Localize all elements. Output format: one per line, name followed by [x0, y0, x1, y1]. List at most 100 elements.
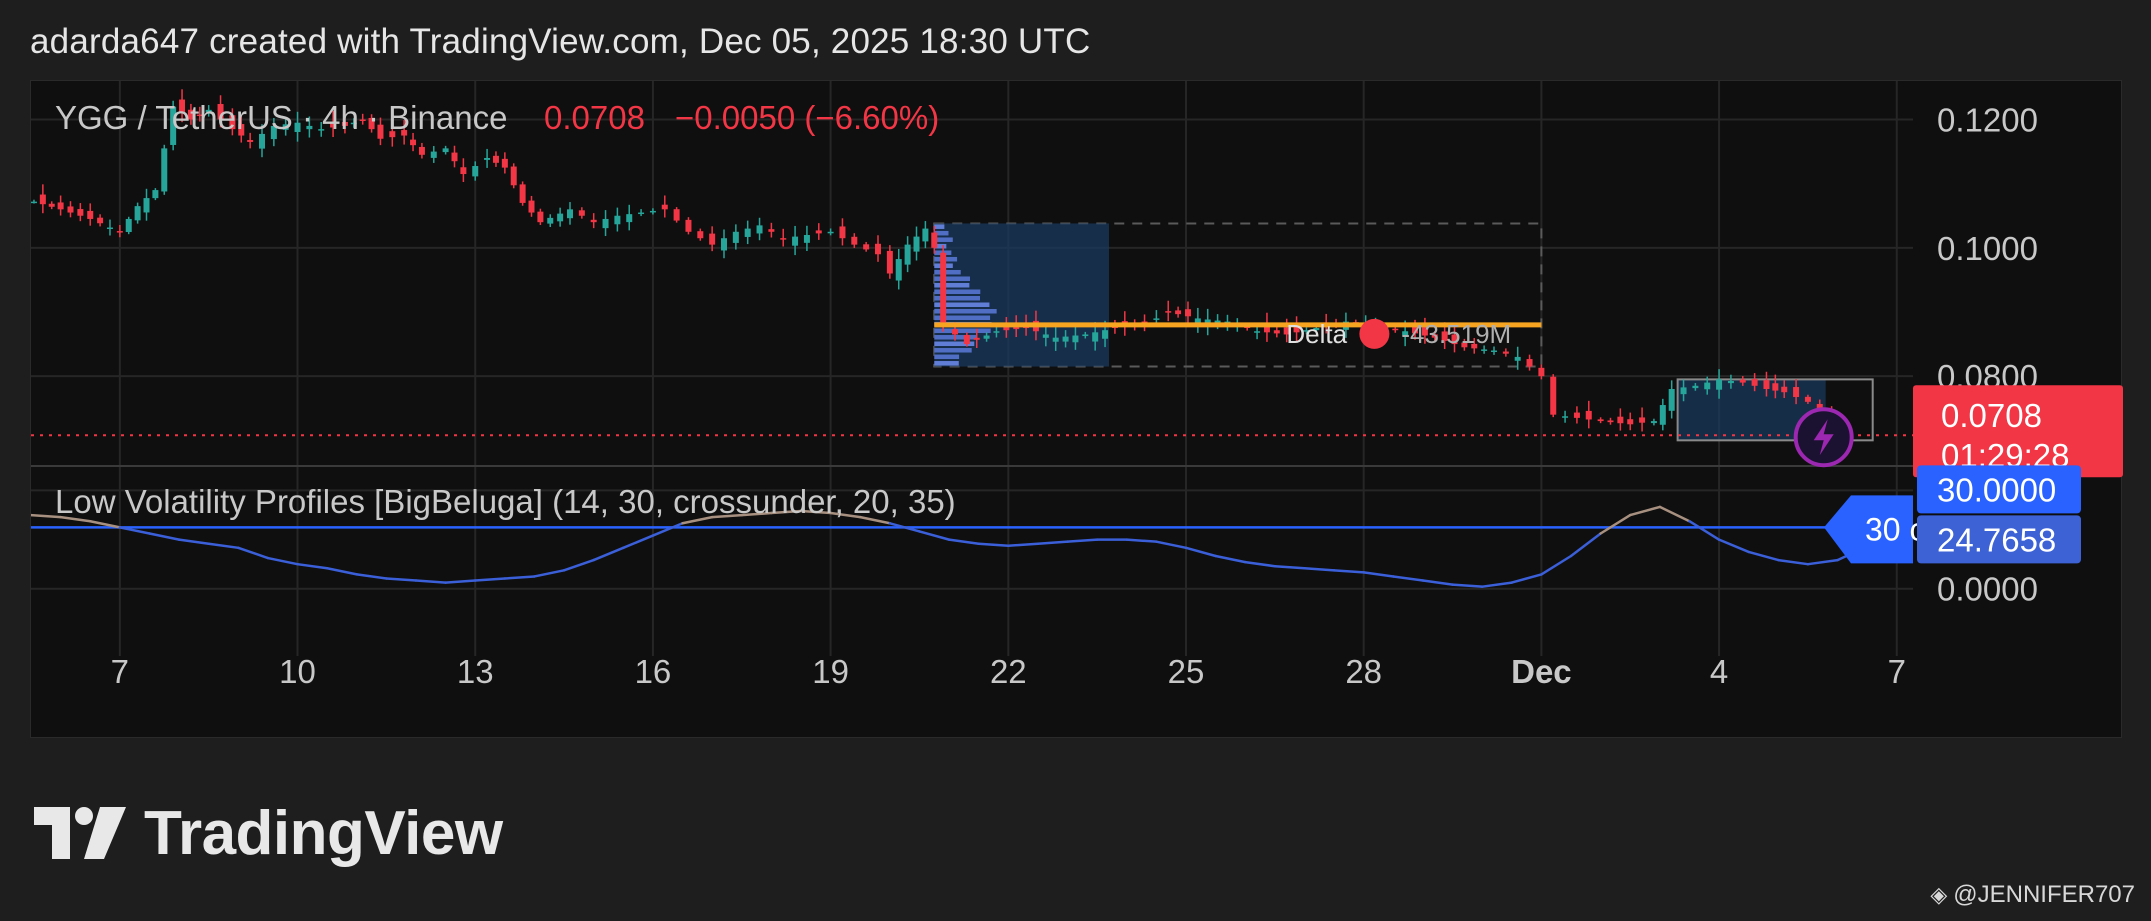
indicator-segment — [1155, 540, 1188, 550]
candle-body — [1538, 367, 1545, 377]
indicator-segment — [296, 562, 329, 570]
indicator-segment — [1777, 558, 1810, 566]
candle-body — [106, 227, 113, 230]
candle-body — [1617, 416, 1624, 424]
candle-body — [1639, 417, 1646, 423]
candle-body — [792, 236, 799, 246]
candle-body — [152, 190, 159, 199]
volume-profile-bin — [934, 224, 945, 229]
candle-body — [1184, 309, 1191, 317]
delta-dot-icon — [1359, 318, 1390, 349]
tradingview-logo-text: TradingView — [144, 798, 503, 868]
candle-body — [501, 158, 508, 168]
indicator-segment — [1007, 542, 1040, 548]
candle-body — [1502, 351, 1509, 354]
candle-body — [472, 166, 479, 177]
candle-body — [77, 209, 84, 216]
tradingview-logo[interactable]: TradingView — [34, 798, 503, 868]
delta-label: Delta — [1286, 319, 1347, 349]
candle-body — [1607, 420, 1614, 423]
candle-body — [1092, 332, 1099, 342]
candle-body — [922, 228, 929, 242]
candle-body — [1727, 380, 1734, 384]
watermark-handle: @JENNIFER707 — [1953, 881, 2135, 908]
candle-body — [1804, 396, 1811, 402]
time-axis-tick: 10 — [279, 653, 316, 690]
candle-body — [638, 212, 645, 215]
indicator-segment — [947, 538, 980, 545]
candle-body — [259, 133, 265, 149]
indicator-segment — [1214, 554, 1247, 564]
candle-body — [557, 213, 564, 222]
chart-panel[interactable]: 30 c 0.1200 0.1000 0.0800 0.0708 01:29:28 30.… — [29, 80, 2123, 739]
candle-body — [1739, 379, 1746, 383]
candle-body — [768, 229, 775, 232]
candle-body — [1273, 330, 1280, 334]
indicator-segment — [1540, 554, 1573, 576]
candle-body — [983, 335, 990, 339]
indicator-segment — [562, 558, 595, 572]
candle-body — [827, 231, 834, 234]
indicator-segment — [1421, 579, 1454, 586]
indicator-segment — [1184, 546, 1217, 558]
volume-profile-bin — [934, 276, 970, 281]
indicator-segment — [1688, 519, 1721, 541]
candle-body — [940, 252, 947, 325]
candle-body — [48, 203, 55, 207]
candle-body — [578, 210, 585, 216]
price-axis-tick: 0.1000 — [1937, 230, 2038, 267]
candle-body — [1550, 376, 1557, 415]
candle-body — [442, 148, 449, 153]
candle-body — [1781, 386, 1788, 393]
indicator-segment — [1332, 569, 1365, 574]
indicator-segment — [1303, 567, 1336, 572]
candle-body — [886, 250, 893, 274]
candle-body — [1526, 359, 1533, 367]
indicator-segment — [1717, 538, 1750, 554]
time-axis-tick: 19 — [812, 653, 849, 690]
candle-body — [875, 243, 881, 255]
candle-body — [1680, 387, 1687, 395]
indicator-segment — [1747, 550, 1780, 562]
candle-body — [87, 210, 94, 219]
candle-body — [851, 236, 858, 245]
candle-body — [590, 219, 597, 223]
indicator-segment — [355, 573, 388, 580]
candle-body — [904, 244, 911, 265]
candle-body — [815, 230, 822, 234]
candlestick-chart[interactable]: 30 c 0.12000.10000.08000.070801:29:2830.… — [29, 81, 2123, 739]
symbol-title[interactable]: YGG / TetherUS · 4h · Binance — [55, 99, 507, 136]
candle-body — [721, 238, 727, 251]
candle-body — [931, 232, 938, 248]
candle-body — [1102, 330, 1109, 339]
candle-body — [1165, 311, 1172, 313]
threshold-tag-text: 30.0000 — [1937, 471, 2056, 508]
candle-body — [1175, 310, 1182, 315]
tradingview-logo-icon — [34, 807, 126, 859]
candle-body — [134, 206, 141, 221]
indicator-segment — [1599, 513, 1632, 535]
indicator-segment — [592, 546, 625, 562]
indicator-segment — [1480, 581, 1514, 588]
time-axis-tick: 13 — [457, 653, 494, 690]
candle-body — [1392, 328, 1399, 331]
candle-body — [161, 148, 168, 192]
candle-body — [57, 202, 64, 210]
indicator-segment — [533, 569, 566, 578]
indicator-segment — [1243, 560, 1277, 568]
time-axis-tick: 7 — [1888, 653, 1906, 690]
indicator-segment — [977, 542, 1010, 548]
current-value-tag-text: 24.7658 — [1937, 521, 2056, 558]
candle-body — [1751, 379, 1758, 386]
candle-body — [1072, 335, 1079, 343]
candle-body — [993, 331, 1000, 333]
indicator-title[interactable]: Low Volatility Profiles [BigBeluga] (14,… — [55, 483, 956, 520]
indicator-segment — [503, 575, 536, 580]
time-axis-tick: 7 — [111, 653, 129, 690]
candle-body — [410, 139, 417, 146]
candle-body — [1627, 419, 1634, 425]
candle-body — [602, 218, 609, 229]
candle-body — [1772, 383, 1779, 391]
time-axis-tick: 4 — [1710, 653, 1728, 690]
candle-body — [143, 198, 150, 213]
